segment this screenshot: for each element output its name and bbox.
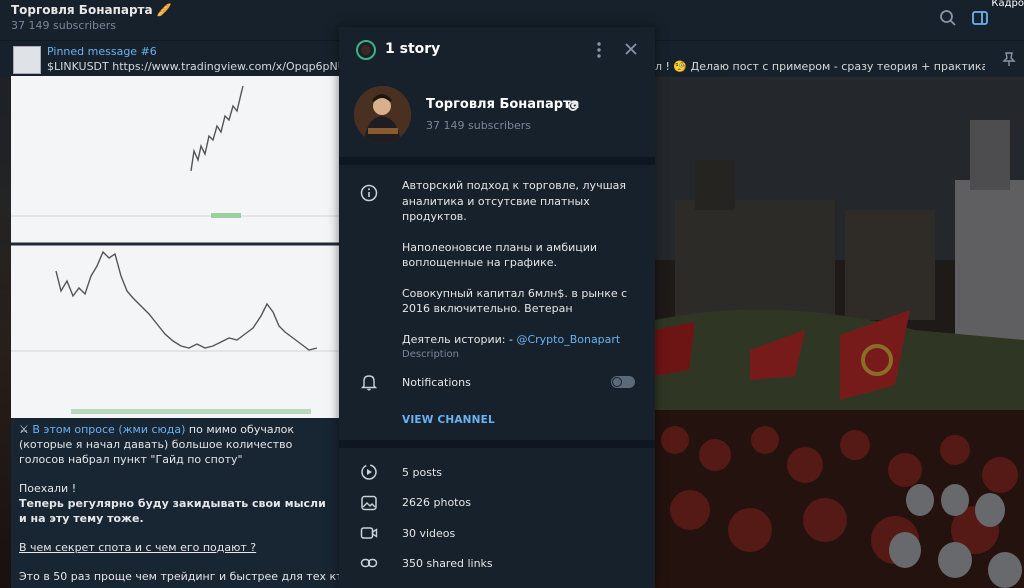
message-bubble[interactable]: ⚔ В этом опросе (жми сюда) по мимо обуча…	[11, 418, 410, 588]
story-count[interactable]: 1 story	[385, 41, 440, 57]
story-icon	[361, 464, 377, 480]
channel-name: Торговля Бонапарта	[426, 97, 580, 112]
message-line-3: Теперь регулярно буду закидывать свои мы…	[19, 497, 326, 525]
posts-count[interactable]: 5 posts	[402, 466, 442, 479]
search-icon[interactable]	[939, 9, 957, 27]
channel-title[interactable]: Торговля Бонапарта 🥖	[11, 3, 172, 17]
description-paragraph-1: Авторский подход к торговле, лучшая анал…	[402, 179, 626, 223]
channel-avatar[interactable]	[354, 86, 411, 143]
notifications-label: Notifications	[402, 376, 471, 389]
poll-link[interactable]: В этом опросе (жми сюда)	[32, 423, 185, 436]
unpin-icon[interactable]	[1000, 51, 1018, 67]
info-icon	[360, 184, 378, 202]
pinned-title: Pinned message #6	[47, 45, 157, 58]
message-line-2: Поехали !	[19, 482, 77, 495]
view-channel-button[interactable]: VIEW CHANNEL	[402, 414, 495, 426]
pinned-text-continued: л ! 🧐 Делаю пост с примером - сразу теор…	[655, 60, 985, 73]
section-divider	[339, 157, 655, 165]
more-options-icon[interactable]	[592, 41, 606, 59]
notifications-toggle[interactable]	[611, 376, 635, 388]
section-divider	[339, 440, 655, 448]
author-prefix: Деятель истории: -	[402, 332, 517, 346]
channel-subscribers-count: 37 149 subscribers	[426, 119, 532, 132]
channel-description: Авторский подход к торговле, лучшая анал…	[402, 178, 637, 363]
pinned-thumbnail	[13, 46, 41, 74]
sidebar-toggle-icon[interactable]	[971, 9, 989, 27]
secret-link[interactable]: В чем секрет спота и с чем его подают ?	[19, 541, 256, 554]
close-icon[interactable]	[623, 41, 639, 57]
panel-header: 1 story	[339, 27, 655, 73]
author-link[interactable]: @Crypto_Bonapart	[516, 333, 620, 346]
video-icon	[360, 527, 378, 539]
shared-links-count[interactable]: 350 shared links	[402, 557, 493, 570]
story-avatar-icon[interactable]	[356, 40, 376, 60]
header-cut-text: Кадро	[991, 0, 1024, 9]
photo-icon	[361, 495, 377, 511]
pinned-text: $LINKUSDT https://www.tradingview.com/x/…	[47, 60, 368, 73]
status-dot-icon	[568, 101, 578, 111]
description-paragraph-2: Наполеоновсие планы и амбиции воплощенны…	[402, 240, 598, 270]
description-paragraph-3: Совокупный капитал 6млн$. в рынке с 2016…	[402, 286, 628, 316]
description-label: Description	[402, 349, 459, 360]
link-icon	[360, 558, 378, 568]
message-chart-image[interactable]	[11, 76, 339, 418]
photos-count[interactable]: 2626 photos	[402, 496, 471, 509]
bell-icon	[360, 375, 378, 391]
message-line-5: Это в 50 раз проще чем трейдинг и быстре…	[19, 570, 410, 583]
videos-count[interactable]: 30 videos	[402, 527, 455, 540]
channel-subscribers: 37 149 subscribers	[11, 19, 117, 32]
swords-emoji: ⚔	[19, 423, 33, 436]
channel-info-panel: 1 story Торговля Бонапарта 37 149 subscr…	[339, 27, 655, 588]
